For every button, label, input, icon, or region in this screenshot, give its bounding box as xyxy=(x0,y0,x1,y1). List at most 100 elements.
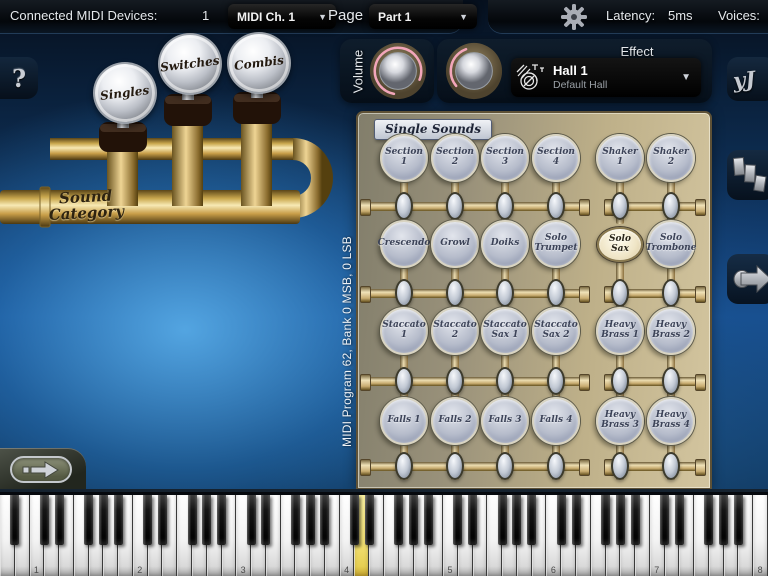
pipe-coupling xyxy=(579,286,590,303)
sound-button-staccato-2[interactable]: Staccato 2 xyxy=(431,307,479,355)
page-dropdown[interactable]: Part 1 ▼ xyxy=(369,4,477,29)
top-bar-left: Connected MIDI Devices: 1 MIDI Ch. 1 ▼ P… xyxy=(0,0,463,33)
sound-button-doiks[interactable]: Doiks xyxy=(481,220,529,268)
sound-button-crescendo[interactable]: Crescendo xyxy=(380,220,428,268)
pipe-coupling xyxy=(360,459,371,476)
trumpet-graphic: Singles Switches Combis Sound Category xyxy=(0,30,345,250)
black-key[interactable] xyxy=(350,495,359,545)
black-key[interactable] xyxy=(557,495,566,545)
black-key[interactable] xyxy=(84,495,93,545)
sound-button-label: Solo Sax xyxy=(599,235,641,255)
black-key[interactable] xyxy=(40,495,49,545)
effect-label: Effect xyxy=(567,44,707,59)
black-key[interactable] xyxy=(114,495,123,545)
black-key[interactable] xyxy=(453,495,462,545)
sound-button-falls-1[interactable]: Falls 1 xyxy=(380,397,428,445)
pipe-valve xyxy=(446,452,464,480)
black-key[interactable] xyxy=(365,495,374,545)
black-key[interactable] xyxy=(734,495,743,545)
sound-button-staccato-1[interactable]: Staccato 1 xyxy=(380,307,428,355)
black-key[interactable] xyxy=(306,495,315,545)
pipe-coupling xyxy=(360,199,371,216)
black-key[interactable] xyxy=(55,495,64,545)
sound-button-label: Falls 1 xyxy=(385,416,422,426)
piano-keyboard[interactable]: 12345678 xyxy=(0,489,768,576)
black-key[interactable] xyxy=(188,495,197,545)
sound-button-section-1[interactable]: Section 1 xyxy=(380,134,428,182)
sound-button-staccato-sax-2[interactable]: Staccato Sax 2 xyxy=(532,307,580,355)
black-key[interactable] xyxy=(409,495,418,545)
logo-button[interactable]: yJ xyxy=(727,57,768,101)
effect-level-knob[interactable] xyxy=(443,41,505,101)
sound-button-solo-trombone[interactable]: Solo Trombone xyxy=(647,220,695,268)
black-key[interactable] xyxy=(512,495,521,545)
black-key[interactable] xyxy=(247,495,256,545)
settings-gear-icon[interactable] xyxy=(561,4,587,30)
black-key[interactable] xyxy=(498,495,507,545)
sound-button-solo-trumpet[interactable]: Solo Trumpet xyxy=(532,220,580,268)
sound-button-heavy-brass-2[interactable]: Heavy Brass 2 xyxy=(647,307,695,355)
sound-button-shaker-1[interactable]: Shaker 1 xyxy=(596,134,644,182)
black-key[interactable] xyxy=(99,495,108,545)
pipe-valve xyxy=(496,452,514,480)
pipe-valve xyxy=(446,192,464,220)
cascade-panels-icon xyxy=(733,155,768,195)
volume-knob[interactable] xyxy=(367,41,429,101)
sound-button-solo-sax[interactable]: Solo Sax xyxy=(597,227,643,262)
black-key[interactable] xyxy=(261,495,270,545)
black-key[interactable] xyxy=(217,495,226,545)
sound-button-section-3[interactable]: Section 3 xyxy=(481,134,529,182)
valve-button-combis-label: Combis xyxy=(233,53,284,73)
sound-button-section-4[interactable]: Section 4 xyxy=(532,134,580,182)
black-key[interactable] xyxy=(291,495,300,545)
black-key[interactable] xyxy=(572,495,581,545)
white-key[interactable]: 8 xyxy=(753,495,768,576)
sound-button-label: Falls 3 xyxy=(486,416,523,426)
sound-button-growl[interactable]: Growl xyxy=(431,220,479,268)
next-page-button[interactable] xyxy=(727,254,768,304)
midi-channel-dropdown[interactable]: MIDI Ch. 1 ▼ xyxy=(228,4,336,29)
volume-group: Volume xyxy=(340,39,434,103)
pipe-valve xyxy=(662,192,680,220)
black-key[interactable] xyxy=(616,495,625,545)
black-key[interactable] xyxy=(394,495,403,545)
black-key[interactable] xyxy=(468,495,477,545)
valve-button-combis[interactable]: Combis xyxy=(227,32,291,94)
black-key[interactable] xyxy=(601,495,610,545)
sound-button-label: Section 3 xyxy=(483,148,527,168)
black-key[interactable] xyxy=(320,495,329,545)
sound-button-heavy-brass-1[interactable]: Heavy Brass 1 xyxy=(596,307,644,355)
pipe-valve xyxy=(395,452,413,480)
sound-button-label: Heavy Brass 4 xyxy=(649,411,693,431)
sound-button-falls-2[interactable]: Falls 2 xyxy=(431,397,479,445)
pipe-valve xyxy=(662,279,680,307)
black-key[interactable] xyxy=(631,495,640,545)
voices-label: Voices: xyxy=(718,8,760,23)
sound-button-label: Solo Trumpet xyxy=(532,234,579,254)
sound-button-shaker-2[interactable]: Shaker 2 xyxy=(647,134,695,182)
sound-button-falls-4[interactable]: Falls 4 xyxy=(532,397,580,445)
sound-button-heavy-brass-3[interactable]: Heavy Brass 3 xyxy=(596,397,644,445)
parts-view-button[interactable] xyxy=(727,150,768,200)
black-key[interactable] xyxy=(675,495,684,545)
sound-button-staccato-sax-1[interactable]: Staccato Sax 1 xyxy=(481,307,529,355)
valve-button-singles[interactable]: Singles xyxy=(93,62,157,124)
black-key[interactable] xyxy=(202,495,211,545)
effect-dropdown[interactable]: Hall 1 Default Hall ▼ xyxy=(511,58,701,97)
black-key[interactable] xyxy=(660,495,669,545)
pipe-coupling xyxy=(579,374,590,391)
sound-button-falls-3[interactable]: Falls 3 xyxy=(481,397,529,445)
midi-program-info: MIDI Program 62, Bank 0 MSB, 0 LSB xyxy=(340,147,355,447)
black-key[interactable] xyxy=(143,495,152,545)
sound-button-heavy-brass-4[interactable]: Heavy Brass 4 xyxy=(647,397,695,445)
sound-button-label: Staccato 1 xyxy=(380,321,427,341)
keyboard-scroll-button[interactable] xyxy=(10,456,72,483)
sound-button-section-2[interactable]: Section 2 xyxy=(431,134,479,182)
black-key[interactable] xyxy=(719,495,728,545)
black-key[interactable] xyxy=(10,495,19,545)
black-key[interactable] xyxy=(527,495,536,545)
valve-button-switches[interactable]: Switches xyxy=(158,33,222,95)
black-key[interactable] xyxy=(158,495,167,545)
black-key[interactable] xyxy=(704,495,713,545)
black-key[interactable] xyxy=(424,495,433,545)
